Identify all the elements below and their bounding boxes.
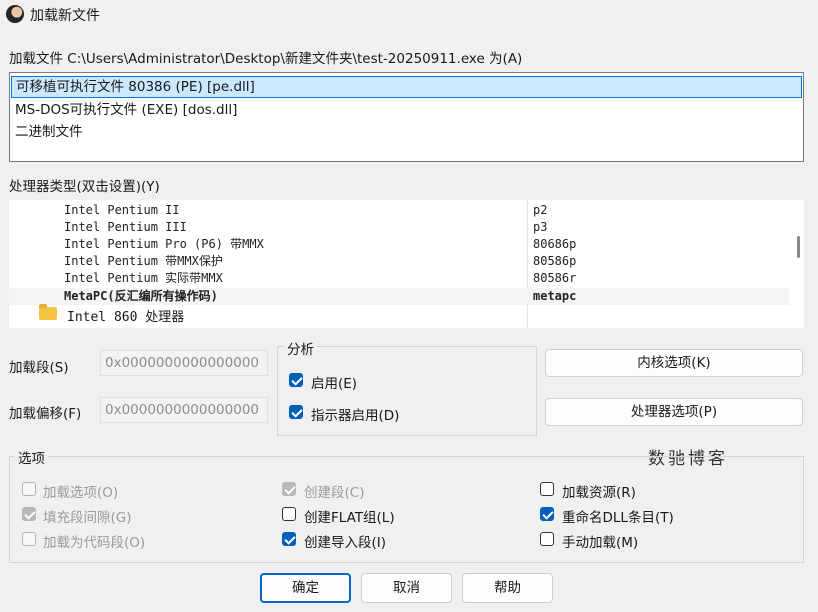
load-options-label[interactable]: 加载选项(O) [43, 481, 118, 501]
processor-code: 80586r [533, 271, 577, 285]
manual-load-checkbox[interactable] [540, 532, 554, 546]
list-item[interactable]: 二进制文件 [11, 121, 802, 143]
create-flat-group-checkbox[interactable] [282, 507, 296, 521]
load-resources-checkbox[interactable] [540, 482, 554, 496]
table-row-selected[interactable]: MetaPC(反汇编所有操作码) metapc [9, 288, 789, 305]
fill-gaps-label[interactable]: 填充段间隙(G) [43, 506, 132, 526]
folder-icon [39, 304, 57, 320]
load-offset-input[interactable]: 0x0000000000000000 [100, 397, 268, 423]
indicator-label[interactable]: 指示器启用(D) [311, 404, 399, 424]
ok-button[interactable]: 确定 [260, 573, 351, 603]
rename-dll-checkbox[interactable] [540, 507, 554, 521]
processor-code: p3 [533, 220, 548, 234]
help-button[interactable]: 帮助 [462, 573, 553, 603]
processor-type-label: 处理器类型(双击设置)(Y) [9, 179, 160, 195]
load-segment-input[interactable]: 0x0000000000000000 [100, 350, 268, 376]
processor-name: Intel Pentium 实际带MMX [64, 271, 223, 285]
manual-load-label[interactable]: 手动加载(M) [562, 531, 638, 551]
avatar-icon [6, 5, 24, 23]
list-item[interactable]: 可移植可执行文件 80386 (PE) [pe.dll] [11, 76, 802, 98]
load-as-code-label[interactable]: 加载为代码段(O) [43, 531, 145, 551]
analysis-title: 分析 [284, 338, 317, 358]
rename-dll-label[interactable]: 重命名DLL条目(T) [562, 506, 674, 526]
enable-analysis-label[interactable]: 启用(E) [311, 372, 357, 392]
table-row[interactable]: Intel Pentium 实际带MMX 80586r [9, 270, 789, 287]
load-resources-label[interactable]: 加载资源(R) [562, 481, 636, 501]
load-segment-label: 加载段(S) [9, 360, 69, 376]
processor-name: Intel Pentium III [64, 220, 187, 234]
processor-table[interactable]: Intel Pentium II p2 Intel Pentium III p3… [9, 200, 804, 328]
processor-group[interactable]: Intel 860 处理器 [67, 306, 184, 325]
enable-analysis-checkbox[interactable] [289, 373, 303, 387]
processor-name: Intel Pentium Pro (P6) 带MMX [64, 237, 264, 251]
processor-code: 80586p [533, 254, 577, 268]
table-row[interactable]: Intel Pentium III p3 [9, 219, 789, 236]
processor-name: Intel Pentium 带MMX保护 [64, 254, 223, 268]
cancel-button[interactable]: 取消 [361, 573, 452, 603]
processor-code: 80686p [533, 237, 577, 251]
load-offset-label: 加载偏移(F) [9, 406, 82, 422]
table-row[interactable]: Intel Pentium II p2 [9, 202, 789, 219]
processor-code: p2 [533, 203, 548, 217]
processor-name: MetaPC(反汇编所有操作码) [64, 289, 218, 303]
fill-gaps-checkbox[interactable] [22, 507, 36, 521]
processor-name: Intel Pentium II [64, 203, 180, 217]
scrollbar[interactable] [797, 236, 800, 258]
file-prompt-label: 加载文件 C:\Users\Administrator\Desktop\新建文件… [9, 51, 523, 67]
kernel-options-button[interactable]: 内核选项(K) [545, 349, 803, 377]
indicator-checkbox[interactable] [289, 405, 303, 419]
processor-options-button[interactable]: 处理器选项(P) [545, 398, 803, 426]
create-imports-label[interactable]: 创建导入段(I) [304, 531, 386, 551]
create-imports-checkbox[interactable] [282, 532, 296, 546]
list-item[interactable]: MS-DOS可执行文件 (EXE) [dos.dll] [11, 99, 802, 121]
processor-code: metapc [533, 289, 577, 303]
create-segments-checkbox[interactable] [282, 482, 296, 496]
create-flat-group-label[interactable]: 创建FLAT组(L) [304, 506, 395, 526]
load-as-code-checkbox[interactable] [22, 532, 36, 546]
file-type-list[interactable]: 可移植可执行文件 80386 (PE) [pe.dll] MS-DOS可执行文件… [9, 72, 804, 162]
window-title: 加载新文件 [30, 8, 100, 24]
load-options-checkbox[interactable] [22, 482, 36, 496]
title-bar: 加载新文件 [0, 0, 818, 28]
table-row[interactable]: Intel Pentium Pro (P6) 带MMX 80686p [9, 236, 789, 253]
create-segments-label[interactable]: 创建段(C) [304, 481, 364, 501]
table-row[interactable]: Intel Pentium 带MMX保护 80586p [9, 253, 789, 270]
options-title: 选项 [15, 447, 48, 467]
